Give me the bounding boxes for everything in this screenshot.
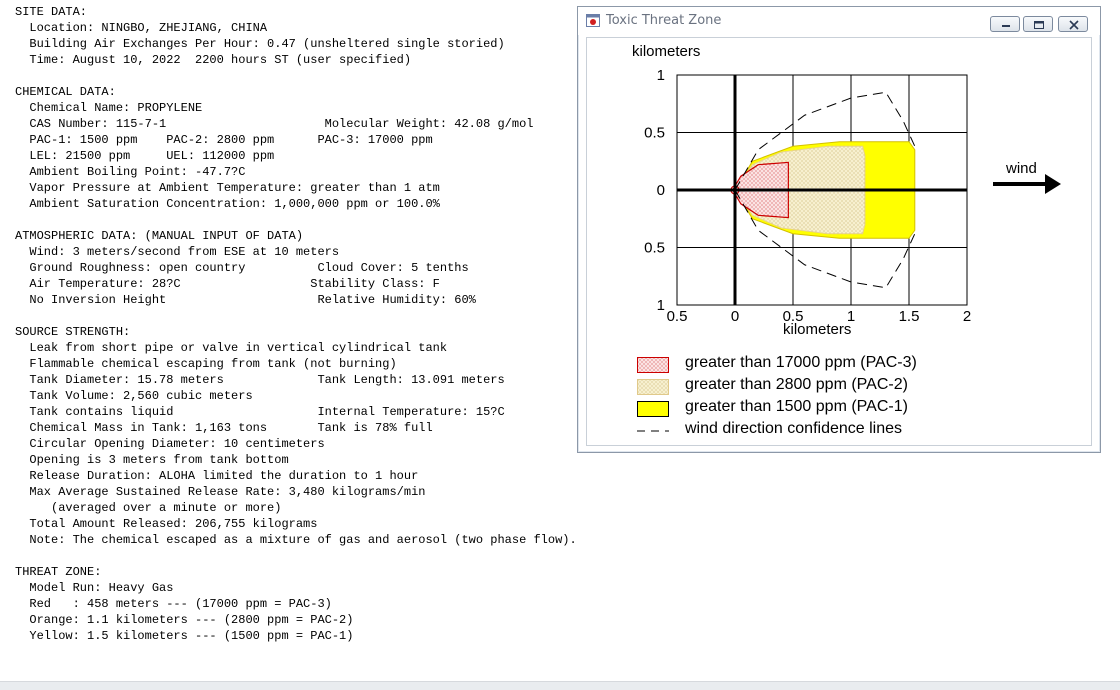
y-tick-label: 0.5 [644, 125, 665, 142]
window-titlebar[interactable]: Toxic Threat Zone [578, 7, 1100, 35]
report-line: ATMOSPHERIC DATA: (MANUAL INPUT OF DATA) [15, 229, 304, 243]
pac3-swatch [637, 357, 669, 373]
minimize-button[interactable] [990, 16, 1020, 32]
report-line: Orange: 1.1 kilometers --- (2800 ppm = P… [15, 613, 354, 627]
report-line: Wind: 3 meters/second from ESE at 10 met… [15, 245, 340, 259]
confidence-line-swatch [637, 430, 669, 432]
legend-label-pac3: greater than 17000 ppm (PAC-3) [685, 354, 917, 371]
report-line: Ground Roughness: open country Cloud Cov… [15, 261, 469, 275]
report-line: Circular Opening Diameter: 10 centimeter… [15, 437, 325, 451]
report-line: Flammable chemical escaping from tank (n… [15, 357, 397, 371]
wind-label: wind [1005, 160, 1037, 177]
close-icon [1069, 20, 1079, 30]
report-line: Ambient Saturation Concentration: 1,000,… [15, 197, 440, 211]
legend-label-pac2: greater than 2800 ppm (PAC-2) [685, 376, 908, 393]
report-line: PAC-1: 1500 ppm PAC-2: 2800 ppm PAC-3: 1… [15, 133, 433, 147]
threat-zone-chart: 0.5 0 0.5 1 1.5 210.500.51 kilometers kilomet… [632, 43, 1061, 338]
report-line: Chemical Mass in Tank: 1,163 tons Tank i… [15, 421, 433, 435]
report-line: Tank Diameter: 15.78 meters Tank Length:… [15, 373, 505, 387]
report-line: SOURCE STRENGTH: [15, 325, 131, 339]
close-button[interactable] [1058, 16, 1088, 32]
report-line: Air Temperature: 28?C Stability Class: F [15, 277, 440, 291]
y-tick-label: 0 [657, 182, 665, 199]
report-line: Model Run: Heavy Gas [15, 581, 174, 595]
report-line: No Inversion Height Relative Humidity: 6… [15, 293, 476, 307]
aloha-app-icon [586, 14, 600, 32]
report-line: Opening is 3 meters from tank bottom [15, 453, 289, 467]
x-axis-label: kilometers [783, 321, 851, 338]
threat-zone-plot-panel: 0.5 0 0.5 1 1.5 2 1 0.5 0 0.5 1 kilometers kilomet… [586, 37, 1092, 446]
y-tick-label: 1 [657, 67, 665, 84]
report-line: SITE DATA: [15, 5, 88, 19]
report-line: Tank Volume: 2,560 cubic meters [15, 389, 253, 403]
report-line: Tank contains liquid Internal Temperatur… [15, 405, 505, 419]
report-line: Total Amount Released: 206,755 kilograms [15, 517, 318, 531]
report-line: Release Duration: ALOHA limited the dura… [15, 469, 419, 483]
report-line: Note: The chemical escaped as a mixture … [15, 533, 577, 547]
report-line: LEL: 21500 ppm UEL: 112000 ppm [15, 149, 275, 163]
report-line: Chemical Name: PROPYLENE [15, 101, 203, 115]
x-tick-label: 0 [731, 308, 739, 325]
legend: greater than 17000 ppm (PAC-3) greater t… [587, 354, 1091, 444]
report-line: Ambient Boiling Point: -47.7?C [15, 165, 246, 179]
pac1-swatch [637, 401, 669, 417]
report-line: Vapor Pressure at Ambient Temperature: g… [15, 181, 440, 195]
report-line: Leak from short pipe or valve in vertica… [15, 341, 448, 355]
maximize-button[interactable] [1023, 16, 1053, 32]
maximize-icon [1034, 21, 1044, 29]
report-line: Location: NINGBO, ZHEJIANG, CHINA [15, 21, 268, 35]
toxic-threat-zone-window[interactable]: Toxic Threat Zone 0.5 0 0.5 1 1.5 2 1 0.… [577, 6, 1101, 453]
pac2-swatch [637, 379, 669, 395]
wind-arrow-icon [993, 174, 1061, 194]
legend-label-confidence: wind direction confidence lines [685, 420, 903, 437]
y-tick-label: 0.5 [644, 240, 665, 257]
x-tick-label: 0.5 [667, 308, 688, 325]
y-axis-label: kilometers [632, 43, 700, 60]
y-tick-label: 1 [657, 297, 665, 314]
report-line: Time: August 10, 2022 2200 hours ST (use… [15, 53, 412, 67]
x-tick-label: 2 [963, 308, 971, 325]
legend-label-pac1: greater than 1500 ppm (PAC-1) [685, 398, 908, 415]
report-line: CAS Number: 115-7-1 Molecular Weight: 42… [15, 117, 534, 131]
report-line: CHEMICAL DATA: [15, 85, 116, 99]
report-line: Red : 458 meters --- (17000 ppm = PAC-3) [15, 597, 332, 611]
report-line: Max Average Sustained Release Rate: 3,48… [15, 485, 426, 499]
minimize-icon [1002, 25, 1010, 27]
window-title: Toxic Threat Zone [606, 13, 722, 28]
report-line: (averaged over a minute or more) [15, 501, 282, 515]
report-line: Building Air Exchanges Per Hour: 0.47 (u… [15, 37, 505, 51]
x-tick-label: 1.5 [899, 308, 920, 325]
report-line: Yellow: 1.5 kilometers --- (1500 ppm = P… [15, 629, 354, 643]
report-line: THREAT ZONE: [15, 565, 102, 579]
